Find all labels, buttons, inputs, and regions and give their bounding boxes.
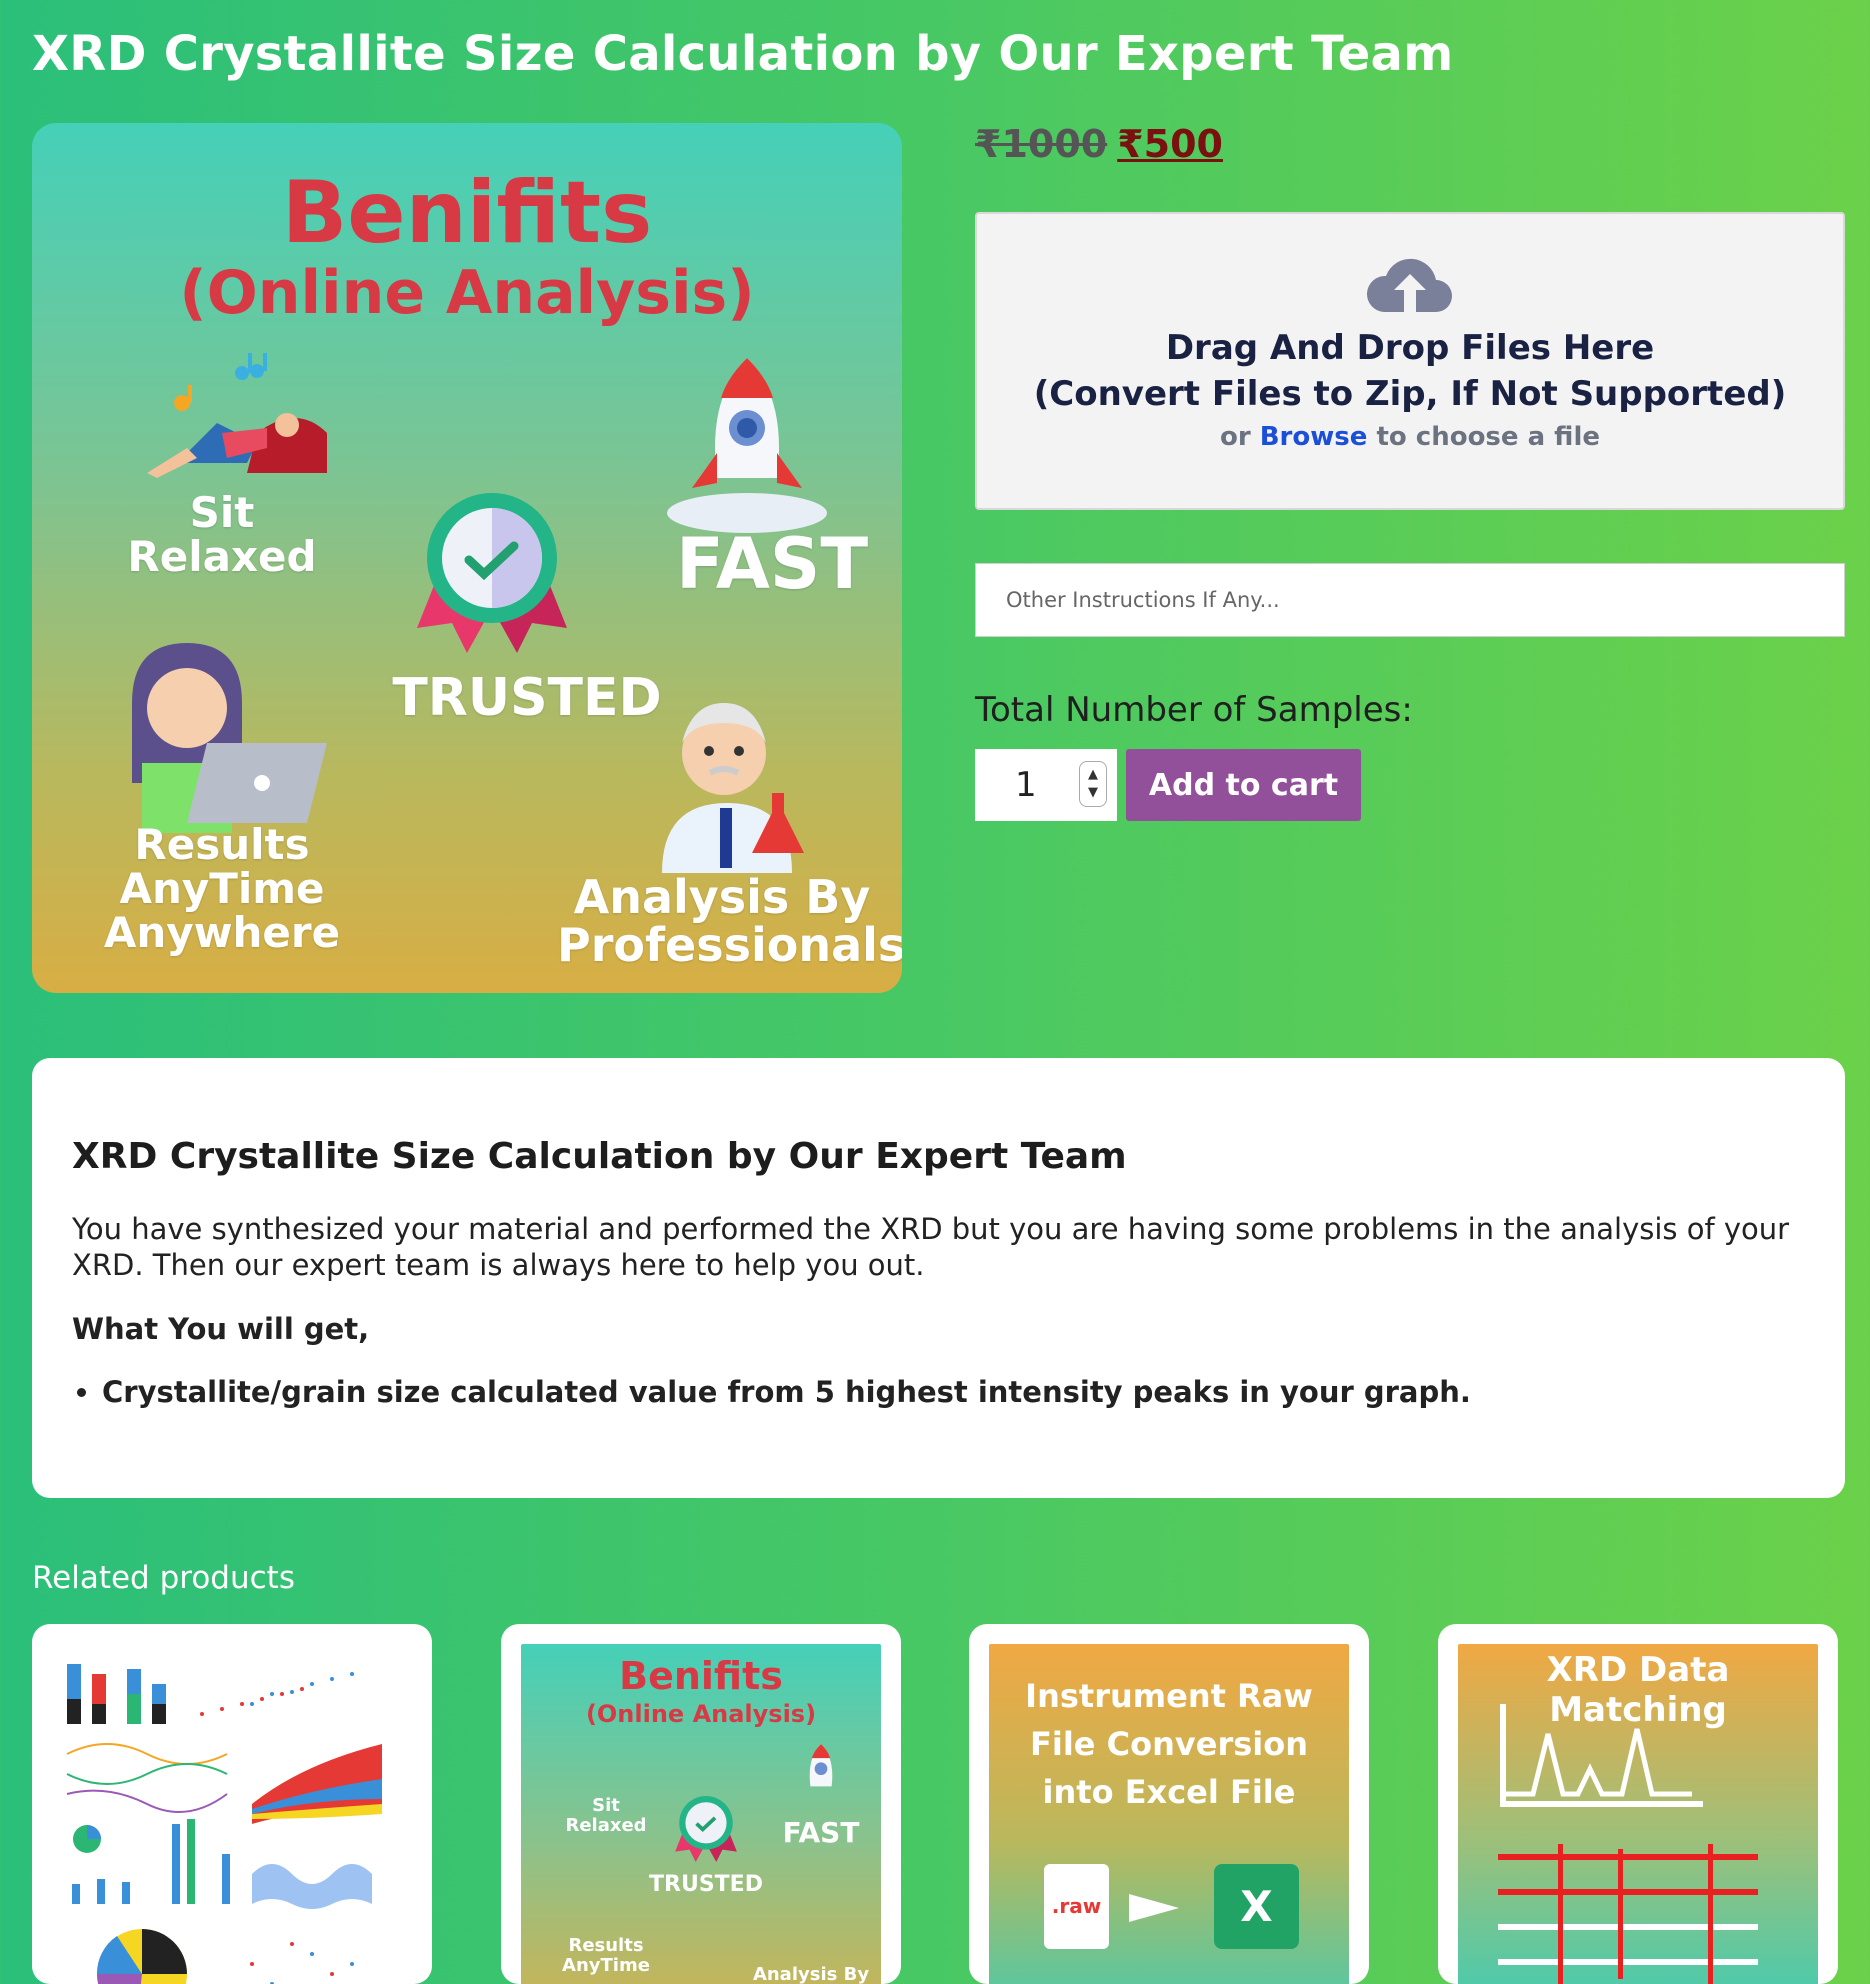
related-product-image[interactable]: Instrument Raw File Conversion into Exce… (989, 1644, 1349, 1984)
hero-subtitle: (Online Analysis) (179, 258, 755, 328)
label-analysis-professionals: Analysis By Professionals (557, 870, 902, 973)
browse-link[interactable]: Browse (1260, 422, 1368, 452)
scientist-icon (662, 703, 804, 873)
thumb-caption: Instrument Raw File Conversion into Exce… (1025, 1677, 1313, 1811)
old-price: ₹1000 (975, 122, 1108, 166)
dropzone-line-2: (Convert Files to Zip, If Not Supported) (1033, 374, 1787, 414)
cloud-upload-icon (1366, 258, 1452, 312)
relaxing-person-icon (147, 353, 327, 478)
xrd-pattern-icon (1498, 1704, 1758, 1984)
add-to-cart-button[interactable]: Add to cart (1126, 749, 1361, 821)
label-sit-relaxed: Sit Relaxed (127, 488, 317, 582)
thumb-title: Benifits (619, 1654, 783, 1698)
what-you-get-title: What You will get, (72, 1312, 370, 1346)
related-product-image[interactable]: XRD Data Matching (1458, 1644, 1818, 1984)
related-product-card[interactable]: XRD Data Matching (1438, 1624, 1838, 1984)
dropzone-line-1: Drag And Drop Files Here (1165, 328, 1655, 368)
related-product-card[interactable]: Instrument Raw File Conversion into Exce… (969, 1624, 1369, 1984)
product-image[interactable]: Benifits (Online Analysis) Sit Relaxed F… (32, 123, 902, 993)
label-results-anytime: Results AnyTime Anywhere (103, 820, 341, 958)
benefit-list: Crystallite/grain size calculated value … (72, 1375, 1805, 1409)
description-heading: XRD Crystallite Size Calculation by Our … (72, 1136, 1127, 1177)
quantity-value: 1 (1015, 765, 1037, 805)
instructions-input[interactable] (975, 563, 1845, 637)
description-body: You have synthesized your material and p… (72, 1212, 1790, 1282)
label-trusted: TRUSTED (392, 668, 662, 728)
rocket-icon (809, 1744, 833, 1787)
thumb-label-fast: FAST (782, 1816, 860, 1849)
raw-file-icon: .raw (1044, 1864, 1109, 1949)
thumb-label-relaxed: Sit Relaxed (565, 1795, 647, 1836)
dropzone-hint: or Browse to choose a file (1219, 422, 1601, 452)
sale-price: ₹500 (1117, 122, 1223, 166)
excel-file-icon: X (1214, 1864, 1299, 1949)
price: ₹1000 ₹500 (975, 122, 1223, 166)
label-fast: FAST (675, 523, 869, 605)
chevron-up-icon[interactable]: ▲ (1088, 766, 1098, 784)
hero-title: Benifits (281, 163, 653, 263)
related-products-title: Related products (32, 1560, 295, 1596)
file-dropzone[interactable]: Drag And Drop Files Here (Convert Files … (975, 212, 1845, 510)
trusted-badge-icon (417, 493, 567, 653)
product-description: XRD Crystallite Size Calculation by Our … (32, 1058, 1845, 1498)
charts-collage-icon (66, 1664, 382, 1984)
page-title: XRD Crystallite Size Calculation by Our … (32, 26, 1454, 82)
samples-label: Total Number of Samples: (975, 690, 1413, 730)
thumb-label-professionals: Analysis By (752, 1964, 870, 1984)
chevron-down-icon[interactable]: ▼ (1088, 784, 1098, 802)
quantity-stepper[interactable]: ▲ ▼ (1079, 761, 1107, 807)
arrow-right-icon (1129, 1894, 1179, 1922)
thumb-label-results: Results AnyTime (562, 1935, 650, 1976)
laptop-user-icon (132, 643, 327, 833)
rocket-icon (667, 358, 827, 533)
related-product-card[interactable]: Benifits (Online Analysis) Sit Relaxed F… (501, 1624, 901, 1984)
thumb-label-trusted: TRUSTED (649, 1872, 763, 1897)
related-product-card[interactable] (32, 1624, 432, 1984)
thumb-subtitle: (Online Analysis) (585, 1700, 817, 1728)
trusted-badge-icon (675, 1796, 737, 1862)
list-item: Crystallite/grain size calculated value … (102, 1375, 1805, 1409)
related-product-image[interactable]: Benifits (Online Analysis) Sit Relaxed F… (521, 1644, 881, 1984)
related-product-image[interactable] (52, 1644, 412, 1984)
quantity-input[interactable]: 1 ▲ ▼ (975, 749, 1117, 821)
